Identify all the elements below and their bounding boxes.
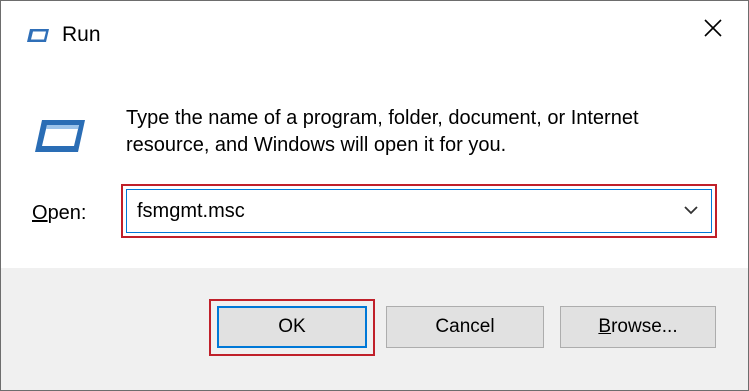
open-label: Open:	[32, 200, 87, 226]
browse-mnemonic: B	[598, 316, 612, 337]
close-button[interactable]	[678, 1, 748, 59]
open-label-text: pen:	[47, 202, 87, 224]
run-dialog: Run Type the name of a program, folder, …	[0, 0, 749, 391]
run-icon	[33, 114, 87, 158]
window-title: Run	[62, 23, 101, 46]
ok-button[interactable]: OK	[217, 306, 367, 348]
browse-label: rowse...	[611, 316, 678, 337]
chevron-down-icon	[684, 202, 698, 220]
browse-button[interactable]: Browse...	[560, 306, 716, 348]
close-icon	[704, 18, 722, 42]
dialog-content: Type the name of a program, folder, docu…	[1, 67, 748, 268]
button-bar: OK Cancel Browse...	[1, 268, 748, 390]
cancel-button[interactable]: Cancel	[386, 306, 544, 348]
run-icon	[26, 26, 50, 44]
dropdown-button[interactable]	[677, 190, 705, 232]
open-combobox[interactable]	[126, 189, 712, 233]
open-label-mnemonic: O	[32, 202, 48, 224]
open-input[interactable]	[137, 190, 657, 232]
open-combobox-highlight	[121, 184, 717, 238]
title-bar[interactable]: Run	[1, 1, 748, 67]
dialog-description: Type the name of a program, folder, docu…	[126, 107, 639, 156]
